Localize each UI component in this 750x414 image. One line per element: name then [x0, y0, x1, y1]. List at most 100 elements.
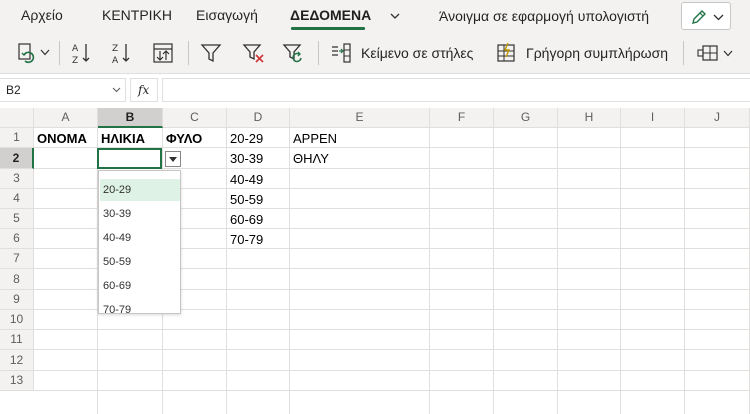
custom-sort-icon [153, 43, 173, 63]
gridline-horizontal [34, 370, 750, 371]
row-header-7[interactable]: 7 [0, 249, 34, 269]
svg-text:A: A [72, 44, 79, 54]
cell-e1[interactable]: ΑΡΡΕΝ [290, 131, 337, 146]
text-to-columns-icon [332, 43, 351, 63]
tab-file[interactable]: Αρχείο [21, 7, 63, 23]
row-header-10[interactable]: 10 [0, 310, 34, 330]
gridline-vertical [429, 128, 430, 414]
row-header-11[interactable]: 11 [0, 330, 34, 350]
row-header-5[interactable]: 5 [0, 209, 34, 229]
gridline-vertical [557, 128, 558, 414]
column-header-h[interactable]: H [558, 108, 621, 128]
text-to-columns-button[interactable]: Κείμενο σε στήλες [329, 40, 477, 66]
ribbon-separator [318, 41, 319, 65]
cell-d1[interactable]: 20-29 [227, 131, 263, 146]
cell-d3[interactable]: 40-49 [227, 172, 263, 187]
row-header-6[interactable]: 6 [0, 229, 34, 249]
menu-bar: Αρχείο ΚΕΝΤΡΙΚΗ Εισαγωγή ΔΕΔΟΜΕΝΑ Άνοιγμ… [0, 0, 750, 32]
active-cell-b2[interactable] [97, 148, 162, 169]
dropdown-option[interactable]: 40-49 [100, 227, 180, 249]
cell-d6[interactable]: 70-79 [227, 232, 263, 247]
svg-text:Z: Z [72, 56, 78, 65]
column-header-d[interactable]: D [227, 108, 290, 128]
flash-fill-label: Γρήγορη συμπλήρωση [526, 45, 669, 61]
dropdown-option[interactable]: 30-39 [100, 203, 180, 225]
ribbon-separator [188, 41, 189, 65]
gridline-horizontal [34, 329, 750, 330]
column-header-e[interactable]: E [290, 108, 430, 128]
svg-text:A: A [112, 56, 119, 65]
select-all-corner[interactable] [0, 108, 34, 128]
row-header-9[interactable]: 9 [0, 290, 34, 310]
chevron-down-icon [112, 87, 121, 93]
cell-a1[interactable]: ΟΝΟΜΑ [34, 131, 87, 146]
sort-az-icon: A Z [72, 44, 90, 65]
chevron-down-icon [713, 14, 724, 21]
cell-b1[interactable]: ΗΛΙΚΙΑ [98, 131, 145, 146]
gridline-horizontal [34, 349, 750, 350]
validation-dropdown-list: 20-29 30-39 40-49 50-59 60-69 70-79 [98, 170, 181, 316]
chevron-down-icon [723, 50, 733, 57]
row-header-13[interactable]: 13 [0, 371, 34, 391]
name-box[interactable]: B2 [0, 78, 126, 102]
pencil-icon [692, 10, 706, 24]
data-validation-icon [697, 45, 718, 61]
sort-descending-button[interactable]: Z A [110, 40, 134, 66]
row-header-1[interactable]: 1 [0, 128, 34, 148]
editing-mode-button[interactable] [681, 2, 731, 30]
cell-c1[interactable]: ΦΥΛΟ [163, 131, 202, 146]
dropdown-option[interactable]: 70-79 [100, 299, 180, 321]
cell-e2[interactable]: ΘΗΛΥ [290, 151, 329, 166]
sort-ascending-button[interactable]: A Z [70, 40, 94, 66]
data-tools-menu-button[interactable] [696, 40, 736, 66]
active-tab-indicator [291, 27, 365, 30]
column-header-j[interactable]: J [685, 108, 750, 128]
filter-button[interactable] [198, 40, 224, 66]
ribbon-separator [59, 41, 60, 65]
custom-sort-button[interactable] [150, 40, 176, 66]
column-header-g[interactable]: G [494, 108, 558, 128]
chevron-down-icon [40, 49, 50, 56]
row-header-3[interactable]: 3 [0, 169, 34, 189]
formula-bar: B2 fx [0, 78, 750, 102]
tab-insert[interactable]: Εισαγωγή [196, 7, 258, 23]
chevron-down-icon[interactable] [388, 9, 402, 23]
clear-filter-icon [242, 44, 264, 63]
reapply-filter-icon [282, 44, 302, 63]
filter-icon [200, 44, 222, 63]
row-header-8[interactable]: 8 [0, 269, 34, 290]
gridline-vertical [289, 128, 290, 414]
dropdown-option[interactable]: 50-59 [100, 251, 180, 273]
cell-d2[interactable]: 30-39 [227, 151, 263, 166]
gridline-vertical [226, 128, 227, 414]
column-header-b[interactable]: B [98, 108, 163, 128]
column-header-a[interactable]: A [34, 108, 98, 128]
cell-d5[interactable]: 60-69 [227, 212, 263, 227]
column-header-c[interactable]: C [163, 108, 227, 128]
clear-filter-button[interactable] [240, 40, 266, 66]
tab-data[interactable]: ΔΕΔΟΜΕΝΑ [290, 7, 371, 23]
cell-d4[interactable]: 50-59 [227, 192, 263, 207]
gridline-vertical [493, 128, 494, 414]
open-in-desktop-app-link[interactable]: Άνοιγμα σε εφαρμογή υπολογιστή [439, 8, 649, 24]
tab-home[interactable]: ΚΕΝΤΡΙΚΗ [102, 7, 172, 23]
dropdown-option[interactable]: 20-29 [100, 179, 180, 201]
sort-za-icon: Z A [112, 44, 130, 65]
insert-function-button[interactable]: fx [130, 78, 158, 102]
formula-input[interactable] [162, 78, 750, 102]
flash-fill-button[interactable]: Γρήγορη συμπλήρωση [494, 40, 670, 66]
worksheet-grid: ABCDEFGHIJ 1 2 3 4 5 6 7 8 9 10 11 12 13 ΟΝΟΜΑ ΗΛΙΚΙΑ… [0, 108, 750, 414]
column-header-f[interactable]: F [430, 108, 494, 128]
column-header-i[interactable]: I [621, 108, 685, 128]
refresh-all-button[interactable] [14, 40, 52, 66]
row-header-2[interactable]: 2 [0, 148, 34, 169]
name-box-value: B2 [6, 83, 21, 97]
ribbon-separator [683, 41, 684, 65]
dropdown-arrow-button[interactable] [165, 151, 181, 167]
ribbon-data: A Z Z A Κείμενο σε στήλες Γρήγορη συμπλή… [0, 32, 750, 74]
gridline-vertical [620, 128, 621, 414]
reapply-filter-button[interactable] [280, 40, 306, 66]
row-header-12[interactable]: 12 [0, 350, 34, 371]
row-header-4[interactable]: 4 [0, 189, 34, 209]
dropdown-option[interactable]: 60-69 [100, 275, 180, 297]
